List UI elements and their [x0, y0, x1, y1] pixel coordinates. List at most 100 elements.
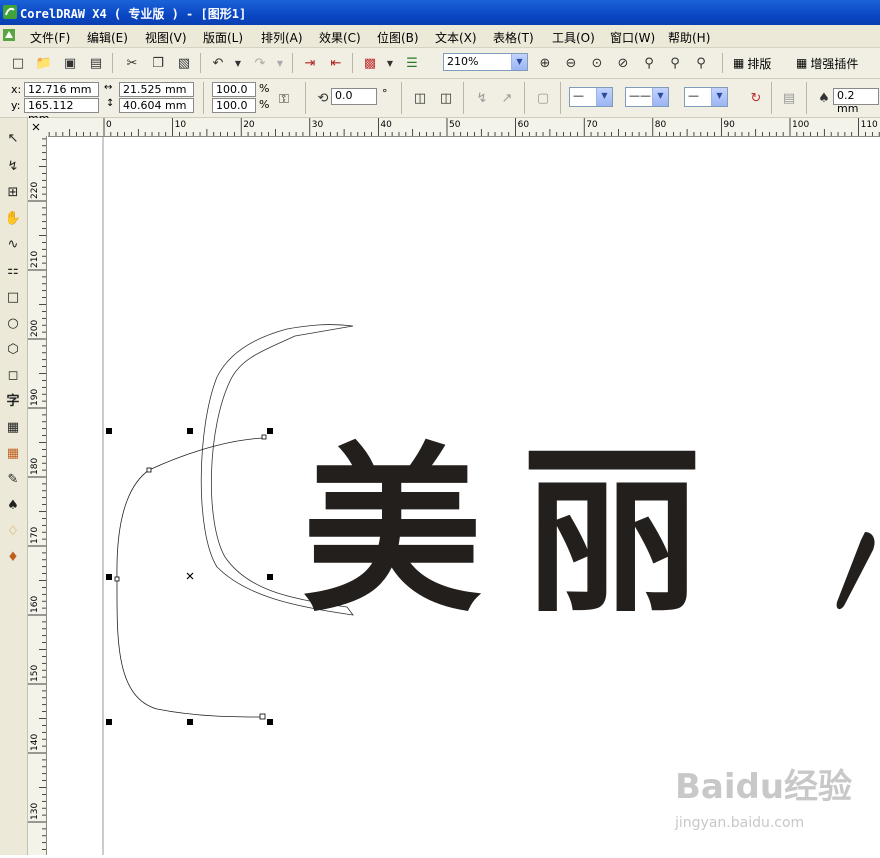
zoom-all-objects-icon[interactable]: ⊘: [613, 53, 633, 73]
scale-y-field[interactable]: 100.0: [212, 98, 256, 113]
convert-curve-icon[interactable]: ▢: [533, 88, 553, 108]
x-position-field[interactable]: 12.716 mm: [24, 82, 99, 97]
import-icon[interactable]: ⇥: [300, 53, 320, 73]
welcome-screen-icon[interactable]: ☰: [402, 53, 422, 73]
zoom-level-select[interactable]: 210% ▼: [443, 53, 528, 71]
mirror-vertical-icon[interactable]: ◫: [436, 88, 456, 108]
end-arrow-select[interactable]: — ▼: [684, 87, 728, 107]
menu-help[interactable]: 帮助(H): [668, 29, 710, 46]
curve-tool-icon[interactable]: ∿: [3, 234, 23, 254]
lock-ratio-icon[interactable]: ⚿: [274, 89, 294, 109]
scale-x-field[interactable]: 100.0: [212, 82, 256, 97]
zoom-selected-icon[interactable]: ⊙: [587, 53, 607, 73]
copy-icon[interactable]: ❐: [148, 53, 168, 73]
menu-effects[interactable]: 效果(C): [319, 29, 361, 46]
export-icon[interactable]: ⇤: [326, 53, 346, 73]
chevron-down-icon[interactable]: ▼: [596, 88, 612, 106]
wrap-text-icon[interactable]: ▤: [779, 88, 799, 108]
rotation-center-marker[interactable]: [186, 572, 194, 580]
close-curve-icon[interactable]: ↻: [746, 88, 766, 108]
outline-tool-icon[interactable]: ♠: [3, 495, 23, 515]
basic-shapes-icon[interactable]: ◻: [3, 365, 23, 385]
ruler-tick-label: 200: [30, 320, 40, 337]
menu-edit[interactable]: 编辑(E): [87, 29, 128, 46]
menu-bar: 文件(F) 编辑(E) 视图(V) 版面(L) 排列(A) 效果(C) 位图(B…: [0, 25, 880, 48]
undo-icon[interactable]: ↶: [208, 53, 228, 73]
menu-text[interactable]: 文本(X): [435, 29, 477, 46]
ruler-tick-label: 0: [106, 120, 112, 130]
new-document-icon[interactable]: □: [8, 53, 28, 73]
menu-file[interactable]: 文件(F): [30, 29, 70, 46]
crop-tool-icon[interactable]: ⊞: [3, 182, 23, 202]
layout-icon: ▦: [733, 56, 745, 70]
y-position-field[interactable]: 165.112 mm: [24, 98, 99, 125]
zoom-in-icon[interactable]: ⊕: [535, 53, 555, 73]
rotation-field[interactable]: 0.0: [331, 88, 377, 105]
scale-x-percent: %: [259, 82, 270, 95]
text-tool-icon[interactable]: 字: [3, 389, 23, 409]
polygon-tool-icon[interactable]: ⬡: [3, 339, 23, 359]
node-connect-icon[interactable]: ↯: [472, 88, 492, 108]
zoom-out-icon[interactable]: ⊖: [561, 53, 581, 73]
redo-dropdown-icon[interactable]: ▼: [270, 53, 290, 73]
line-style-select[interactable]: —— ▼: [625, 87, 669, 107]
watermark-url: jingyan.baidu.com: [675, 815, 805, 831]
ruler-tick-label: 100: [792, 120, 809, 130]
chevron-down-icon[interactable]: ▼: [511, 54, 527, 70]
chevron-down-icon[interactable]: ▼: [652, 88, 668, 106]
zoom-page-icon[interactable]: ⚲: [639, 53, 659, 73]
outline-width-field[interactable]: 0.2 mm: [833, 88, 879, 115]
paste-icon[interactable]: ▧: [174, 53, 194, 73]
menu-view[interactable]: 视图(V): [145, 29, 187, 46]
artwork-text[interactable]: 美丽: [302, 433, 742, 633]
menu-window[interactable]: 窗口(W): [610, 29, 655, 46]
zoom-page-height-icon[interactable]: ⚲: [691, 53, 711, 73]
pan-tool-icon[interactable]: ✋: [3, 208, 23, 228]
height-icon: ↕: [106, 98, 115, 109]
ruler-tick-label: 180: [30, 458, 40, 475]
table-tool-icon[interactable]: ▦: [3, 417, 23, 437]
launcher-dropdown-icon[interactable]: ▼: [380, 53, 400, 73]
print-icon[interactable]: ▤: [86, 53, 106, 73]
start-arrow-select[interactable]: — ▼: [569, 87, 613, 107]
fill-tool-icon[interactable]: ♢: [3, 521, 23, 541]
menu-arrange[interactable]: 排列(A): [261, 29, 303, 46]
mirror-horizontal-icon[interactable]: ◫: [410, 88, 430, 108]
selected-curve[interactable]: [116, 437, 265, 718]
ruler-origin[interactable]: [28, 118, 48, 136]
redo-icon[interactable]: ↷: [250, 53, 270, 73]
pick-tool-icon[interactable]: ↖: [3, 128, 23, 148]
drawing-canvas[interactable]: 美丽 Baidu经验 jingyan.baidu.com: [47, 137, 880, 855]
width-field[interactable]: 21.525 mm: [119, 82, 194, 97]
undo-dropdown-icon[interactable]: ▼: [228, 53, 248, 73]
menu-layout[interactable]: 版面(L): [203, 29, 243, 46]
width-icon: ↔: [104, 82, 113, 93]
menu-tools[interactable]: 工具(O): [552, 29, 595, 46]
shape-tool-icon[interactable]: ↯: [3, 156, 23, 176]
interactive-blend-icon[interactable]: ▦: [3, 443, 23, 463]
enhance-plugin-button[interactable]: ▦ 增强插件: [796, 52, 858, 74]
vertical-ruler[interactable]: 220 210 200 190 180 170 160 150 140 130: [28, 136, 47, 855]
ruler-tick-label: 80: [655, 120, 667, 130]
line-node-icon[interactable]: ↗: [497, 88, 517, 108]
smart-fill-icon[interactable]: ⚏: [3, 260, 23, 280]
cut-icon[interactable]: ✂: [122, 53, 142, 73]
eyedropper-tool-icon[interactable]: ✎: [3, 469, 23, 489]
save-icon[interactable]: ▣: [60, 53, 80, 73]
chevron-down-icon[interactable]: ▼: [711, 88, 727, 106]
application-launcher-icon[interactable]: ▩: [360, 53, 380, 73]
menu-table[interactable]: 表格(T): [493, 29, 534, 46]
zoom-page-width-icon[interactable]: ⚲: [665, 53, 685, 73]
layout-button[interactable]: ▦ 排版: [733, 52, 771, 74]
ellipse-tool-icon[interactable]: ○: [3, 313, 23, 333]
open-folder-icon[interactable]: 📁: [34, 53, 54, 73]
menu-bitmaps[interactable]: 位图(B): [377, 29, 419, 46]
horizontal-ruler[interactable]: 0 10 20 30 40 50 60 70 80 90 100 110: [48, 118, 880, 137]
height-field[interactable]: 40.604 mm: [119, 98, 194, 113]
zoom-level-value: 210%: [447, 55, 479, 68]
ruler-tick-label: 190: [30, 389, 40, 406]
document-icon[interactable]: [2, 28, 16, 42]
rectangle-tool-icon[interactable]: □: [3, 287, 23, 307]
interactive-fill-icon[interactable]: ♦: [3, 547, 23, 567]
window-title: CorelDRAW X4 ( 专业版 ) - [图形1]: [20, 7, 247, 21]
